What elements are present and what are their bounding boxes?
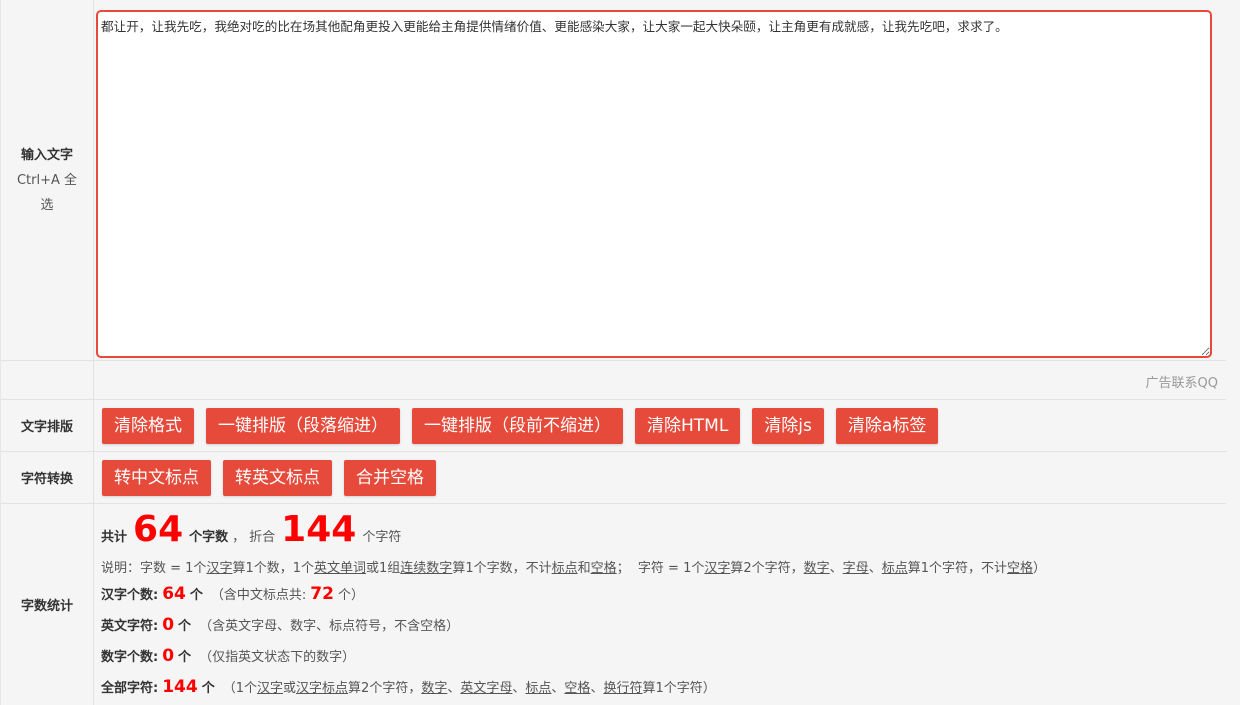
total-comma: ， — [232, 530, 246, 545]
count-explanation: 说明：字数 = 1个汉字算1个数，1个英文单词或1组连续数字算1个字数，不计标点… — [101, 557, 1046, 576]
typeset-no-indent-button[interactable]: 一键排版（段前不缩进） — [412, 407, 623, 444]
all-note-text: 、 — [551, 681, 565, 696]
all-count-value: 144 — [162, 677, 198, 697]
desc-text: 或1组 — [366, 561, 401, 576]
han-note-b: 个） — [337, 588, 364, 603]
all-count-line: 全部字符: 144 个（1个汉字或汉字标点算2个字符，数字、英文字母、标点、空格、换… — [101, 677, 716, 697]
stats-row: 字数统计 共计 64 个字数 ， 折合 144 个字符 说明：字数 = 1个汉字… — [1, 504, 1226, 705]
clear-js-button[interactable]: 清除js — [752, 407, 824, 444]
to-chinese-punct-button[interactable]: 转中文标点 — [102, 459, 211, 496]
ad-row: 广告联系QQ — [1, 361, 1226, 400]
all-note-term: 汉字标点 — [296, 681, 349, 696]
digit-count-unit: 个 — [178, 650, 192, 665]
han-count-unit: 个 — [189, 588, 203, 603]
merge-spaces-button[interactable]: 合并空格 — [344, 459, 436, 496]
digit-count-label: 数字个数: — [101, 650, 159, 665]
typeset-buttons: 清除格式 一键排版（段落缩进） 一键排版（段前不缩进） 清除HTML 清除js … — [94, 400, 1226, 451]
equal-label: 折合 — [249, 530, 276, 545]
char-count-value: 144 — [281, 509, 357, 550]
all-note-text: 算1个字符） — [642, 681, 716, 696]
input-row: 输入文字 Ctrl+A 全 选 都让开，让我先吃，我绝对吃的比在场其他配角更投入… — [1, 0, 1226, 361]
desc-term: 空格 — [590, 561, 617, 576]
all-note-term: 标点 — [525, 681, 552, 696]
all-note-text: 、 — [590, 681, 604, 696]
digit-count-line: 数字个数: 0 个 （仅指英文状态下的数字） — [101, 646, 355, 666]
tool-table: 输入文字 Ctrl+A 全 选 都让开，让我先吃，我绝对吃的比在场其他配角更投入… — [0, 0, 1226, 705]
all-note-text: 、 — [447, 681, 461, 696]
desc-term: 汉字 — [206, 561, 233, 576]
all-count-label: 全部字符: — [101, 681, 159, 696]
han-count-label: 汉字个数: — [101, 588, 159, 603]
desc-term: 英文单词 — [314, 561, 367, 576]
han-note-a: （含中文标点共: — [210, 588, 307, 603]
eng-note: （含英文字母、数字、标点符号，不含空格） — [199, 619, 460, 634]
convert-label-cell: 字符转换 — [1, 452, 94, 503]
all-note-text: （1个 — [222, 681, 257, 696]
desc-text: 算1个字符，不计 — [907, 561, 1007, 576]
desc-text: 算1个数，1个 — [232, 561, 314, 576]
word-count-value: 64 — [133, 509, 184, 550]
convert-label: 字符转换 — [20, 472, 73, 487]
select-all-hint-2: 选 — [40, 197, 54, 213]
total-line: 共计 64 个字数 ， 折合 144 个字符 — [101, 508, 401, 552]
han-count-value: 64 — [162, 584, 186, 604]
desc-text: 和 — [577, 561, 591, 576]
desc-term: 标点 — [551, 561, 578, 576]
typeset-row: 文字排版 清除格式 一键排版（段落缩进） 一键排版（段前不缩进） 清除HTML … — [1, 400, 1226, 452]
digit-count-value: 0 — [162, 646, 175, 666]
word-count-unit: 个字数 — [189, 530, 229, 545]
clear-html-button[interactable]: 清除HTML — [635, 407, 741, 444]
eng-count-unit: 个 — [178, 619, 192, 634]
stats-label: 字数统计 — [20, 599, 73, 614]
all-count-unit: 个 — [201, 681, 215, 696]
stats-label-cell: 字数统计 — [1, 504, 94, 705]
desc-term: 汉字 — [704, 561, 731, 576]
ad-label-cell — [1, 361, 94, 399]
han-punct-value: 72 — [310, 584, 334, 604]
clear-format-button[interactable]: 清除格式 — [102, 407, 194, 444]
all-note-term: 数字 — [421, 681, 448, 696]
han-count-line: 汉字个数: 64 个 （含中文标点共: 72 个） — [101, 584, 364, 604]
desc-term: 数字 — [803, 561, 830, 576]
desc-term: 标点 — [881, 561, 908, 576]
total-prefix: 共计 — [101, 530, 128, 545]
select-all-hint: Ctrl+A 全 — [16, 172, 78, 188]
desc-text: ） — [1033, 561, 1047, 576]
typeset-label: 文字排版 — [20, 420, 73, 435]
stats-cell: 共计 64 个字数 ， 折合 144 个字符 说明：字数 = 1个汉字算1个数，… — [94, 504, 1226, 705]
all-note-term: 换行符 — [603, 681, 643, 696]
input-label: 输入文字 — [20, 147, 73, 163]
char-count-unit: 个字符 — [362, 530, 402, 545]
input-cell: 都让开，让我先吃，我绝对吃的比在场其他配角更投入更能给主角提供情绪价值、更能感染… — [94, 0, 1226, 360]
all-note-text: 、 — [512, 681, 526, 696]
convert-row: 字符转换 转中文标点 转英文标点 合并空格 — [1, 452, 1226, 504]
desc-text: 、 — [829, 561, 843, 576]
desc-text: 说明：字数 = 1个 — [101, 561, 207, 576]
digit-note: （仅指英文状态下的数字） — [199, 650, 356, 665]
ad-cell: 广告联系QQ — [94, 361, 1226, 399]
text-input-area[interactable]: 都让开，让我先吃，我绝对吃的比在场其他配角更投入更能给主角提供情绪价值、更能感染… — [96, 10, 1212, 358]
ad-contact-link[interactable]: 广告联系QQ — [1146, 372, 1218, 391]
desc-term: 字母 — [842, 561, 869, 576]
all-note-term: 空格 — [564, 681, 591, 696]
eng-count-value: 0 — [162, 615, 175, 635]
typeset-label-cell: 文字排版 — [1, 400, 94, 451]
desc-term: 空格 — [1007, 561, 1034, 576]
all-note-term: 汉字 — [257, 681, 284, 696]
all-note-text: 或 — [283, 681, 297, 696]
to-english-punct-button[interactable]: 转英文标点 — [223, 459, 332, 496]
all-note-term: 英文字母 — [460, 681, 513, 696]
desc-term: 连续数字 — [400, 561, 453, 576]
desc-text: 、 — [868, 561, 882, 576]
convert-buttons: 转中文标点 转英文标点 合并空格 — [94, 452, 1226, 503]
typeset-indent-button[interactable]: 一键排版（段落缩进） — [206, 407, 400, 444]
input-label-cell: 输入文字 Ctrl+A 全 选 — [1, 0, 94, 360]
eng-count-label: 英文字符: — [101, 619, 159, 634]
all-note-text: 算2个字符， — [348, 681, 422, 696]
desc-text: 算2个字符， — [730, 561, 804, 576]
desc-text: 算1个字数，不计 — [452, 561, 552, 576]
eng-count-line: 英文字符: 0 个 （含英文字母、数字、标点符号，不含空格） — [101, 615, 459, 635]
desc-text: ； 字符 = 1个 — [616, 561, 705, 576]
clear-a-tag-button[interactable]: 清除a标签 — [835, 407, 939, 444]
